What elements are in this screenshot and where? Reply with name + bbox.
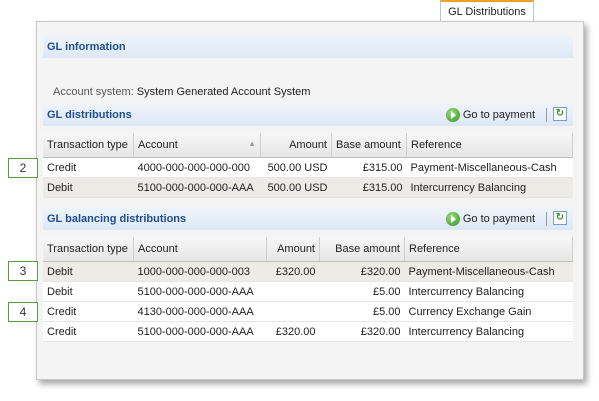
cell-amount	[266, 301, 320, 322]
callout-2: 2	[8, 158, 38, 178]
cell-amount	[266, 281, 320, 302]
gl-balancing-title: GL balancing distributions	[47, 213, 187, 225]
refresh-icon[interactable]: ↻	[553, 211, 567, 225]
refresh-icon[interactable]: ↻	[553, 107, 567, 121]
cell-reference: Currency Exchange Gain	[404, 301, 573, 322]
col-amount[interactable]: Amount	[266, 237, 320, 262]
cell-reference: Payment-Miscellaneous-Cash	[404, 261, 573, 282]
gl-information-header: GL information	[43, 36, 573, 58]
cell-account: 5100-000-000-000-AAA	[133, 321, 267, 342]
cell-amount: £320.00	[266, 261, 320, 282]
table-header-row: Transaction type Account Amount Base amo…	[43, 237, 573, 262]
cell-base-amount: £5.00	[319, 281, 405, 302]
cell-amount: £320.00	[266, 321, 320, 342]
callout-3: 3	[8, 261, 38, 281]
go-arrow-icon	[445, 108, 460, 122]
gl-distributions-header: GL distributions Go to payment ↻	[43, 104, 573, 126]
cell-type: Credit	[43, 157, 134, 178]
cell-type: Debit	[43, 177, 134, 198]
cell-reference: Intercurrency Balancing	[404, 281, 573, 302]
cell-reference: Intercurrency Balancing	[406, 177, 573, 198]
table-row[interactable]: Debit 1000-000-000-000-003 £320.00 £320.…	[43, 261, 573, 282]
cell-base-amount: £315.00	[331, 157, 407, 178]
tab-gl-distributions[interactable]: GL Distributions	[440, 0, 534, 22]
account-system-row: Account system: System Generated Account…	[53, 86, 310, 98]
col-base-amount[interactable]: Base amount	[319, 237, 405, 262]
table-row[interactable]: Credit 4130-000-000-000-AAA £5.00 Curren…	[43, 301, 573, 322]
go-to-payment-label: Go to payment	[462, 109, 535, 121]
table-header-row: Transaction type Account ▲ Amount Base am…	[43, 133, 573, 158]
col-account[interactable]: Account	[133, 237, 267, 262]
table-row[interactable]: Debit 5100-000-000-000-AAA £5.00 Intercu…	[43, 281, 573, 302]
toolbar-divider	[546, 108, 547, 122]
cell-account: 1000-000-000-000-003	[133, 261, 267, 282]
col-transaction-type[interactable]: Transaction type	[43, 133, 134, 158]
account-system-label: Account system:	[53, 86, 134, 98]
table-row[interactable]: Credit 5100-000-000-000-AAA £320.00 £320…	[43, 321, 573, 342]
cell-type: Debit	[43, 281, 134, 302]
cell-amount: 500.00 USD	[260, 177, 332, 198]
col-base-amount[interactable]: Base amount	[331, 133, 407, 158]
cell-reference: Payment-Miscellaneous-Cash	[406, 157, 573, 178]
table-row[interactable]: Debit 5100-000-000-000-AAA 500.00 USD £3…	[43, 177, 573, 198]
go-to-payment-link-2[interactable]: Go to payment	[445, 211, 535, 227]
toolbar-divider	[546, 212, 547, 226]
cell-type: Credit	[43, 321, 134, 342]
cell-base-amount: £320.00	[319, 261, 405, 282]
col-amount[interactable]: Amount	[260, 133, 332, 158]
cell-account: 4000-000-000-000-000	[133, 157, 261, 178]
col-reference[interactable]: Reference	[406, 133, 573, 158]
gl-balancing-header: GL balancing distributions Go to payment…	[43, 208, 573, 230]
cell-account: 5100-000-000-000-AAA	[133, 177, 261, 198]
table-row[interactable]: Credit 4000-000-000-000-000 500.00 USD £…	[43, 157, 573, 178]
gl-information-title: GL information	[47, 41, 126, 53]
col-transaction-type[interactable]: Transaction type	[43, 237, 134, 262]
cell-reference: Intercurrency Balancing	[404, 321, 573, 342]
gl-panel: GL information Account system: System Ge…	[36, 21, 584, 380]
cell-base-amount: £320.00	[319, 321, 405, 342]
go-to-payment-label: Go to payment	[462, 213, 535, 225]
col-account[interactable]: Account ▲	[133, 133, 261, 158]
sort-icon: ▲	[248, 139, 256, 148]
cell-type: Debit	[43, 261, 134, 282]
gl-distributions-title: GL distributions	[47, 109, 132, 121]
col-account-label: Account	[138, 139, 178, 151]
go-to-payment-link-1[interactable]: Go to payment	[445, 107, 535, 123]
gl-distributions-table: Transaction type Account ▲ Amount Base am…	[43, 133, 573, 198]
col-reference[interactable]: Reference	[404, 237, 573, 262]
cell-type: Credit	[43, 301, 134, 322]
cell-base-amount: £315.00	[331, 177, 407, 198]
cell-amount: 500.00 USD	[260, 157, 332, 178]
cell-account: 4130-000-000-000-AAA	[133, 301, 267, 322]
gl-balancing-table: Transaction type Account Amount Base amo…	[43, 237, 573, 342]
cell-base-amount: £5.00	[319, 301, 405, 322]
account-system-value: System Generated Account System	[136, 86, 311, 98]
go-arrow-icon	[445, 212, 460, 226]
cell-account: 5100-000-000-000-AAA	[133, 281, 267, 302]
callout-4: 4	[8, 302, 38, 322]
